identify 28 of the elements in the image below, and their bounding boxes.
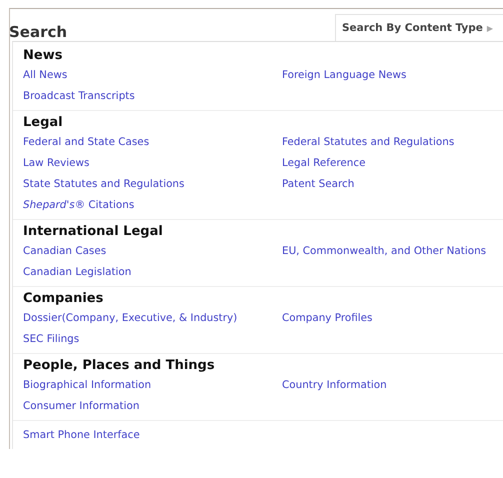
category-link[interactable]: EU, Commonwealth, and Other Nations (282, 241, 486, 262)
search-by-content-type-button[interactable]: Search By Content Type ▶ (335, 14, 503, 41)
category-link[interactable]: Consumer Information (23, 396, 140, 417)
category-link[interactable]: Dossier(Company, Executive, & Industry) (23, 308, 238, 329)
category-link[interactable]: Country Information (282, 375, 387, 396)
section-heading: Legal (23, 115, 64, 131)
section-heading: International Legal (23, 224, 164, 240)
search-title: Search (9, 23, 68, 41)
category-link[interactable]: Biographical Information (23, 375, 152, 396)
category-link[interactable]: Company Profiles (282, 308, 372, 329)
category-link[interactable]: Smart Phone Interface (23, 425, 140, 446)
category-link[interactable]: Canadian Cases (23, 241, 106, 262)
category-link[interactable]: Foreign Language News (282, 65, 406, 86)
category-link[interactable]: Law Reviews (23, 153, 90, 174)
category-link[interactable]: Patent Search (282, 174, 354, 195)
section-heading: People, Places and Things (23, 358, 216, 374)
arrow-icon: ▶ (486, 24, 494, 32)
category-link[interactable]: Canadian Legislation (23, 262, 132, 283)
category-link[interactable]: All News (23, 65, 68, 86)
category-link[interactable]: Federal and State Cases (23, 132, 150, 153)
section-heading: Companies (23, 291, 104, 307)
category-link[interactable]: State Statutes and Regulations (23, 174, 184, 195)
category-link[interactable]: Shepard's® Citations (23, 195, 134, 216)
section-heading: News (23, 48, 64, 64)
category-link[interactable]: Federal Statutes and Regulations (282, 132, 454, 153)
category-link[interactable]: SEC Filings (23, 329, 80, 350)
category-link[interactable]: Broadcast Transcripts (23, 86, 135, 107)
category-link[interactable]: Legal Reference (282, 153, 366, 174)
